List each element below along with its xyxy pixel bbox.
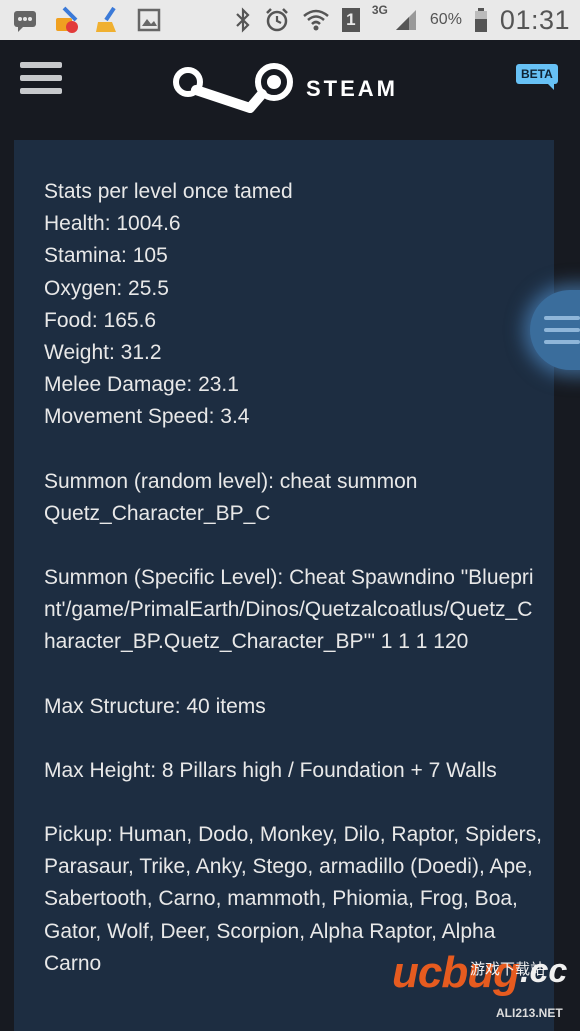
max-structure: Max Structure: 40 items (44, 694, 266, 718)
battery-percent: 60% (429, 11, 462, 28)
wifi-icon (303, 9, 329, 31)
broom-icon (96, 6, 116, 32)
alarm-icon (265, 8, 288, 32)
steam-logo[interactable]: STEAM (170, 60, 398, 118)
stat-line: Health: 1004.6 (44, 212, 181, 236)
floating-menu-bar (544, 328, 580, 332)
floating-menu-bar (544, 340, 580, 344)
watermark-url: ALI213.NET (496, 1006, 563, 1020)
stat-line: Stamina: 105 (44, 244, 168, 268)
watermark-subtitle: 游戏下载站 (470, 961, 546, 978)
app-header: STEAM BETA (0, 40, 580, 140)
message-icon (14, 11, 36, 32)
steam-logo-icon (173, 63, 293, 113)
floating-menu-bar (544, 316, 580, 320)
bluetooth-icon (236, 7, 250, 33)
stat-line: Movement Speed: 3.4 (44, 405, 250, 429)
stat-line: Weight: 31.2 (44, 341, 162, 365)
menu-button[interactable] (20, 62, 62, 98)
stat-line: Oxygen: 25.5 (44, 276, 169, 300)
summon-random: Summon (random level): cheat summon Quet… (44, 469, 418, 525)
gallery-icon (137, 8, 161, 32)
steam-logo-text: STEAM (306, 76, 398, 101)
beta-badge[interactable]: BETA (516, 64, 558, 90)
clock: 01:31 (499, 4, 570, 35)
battery-icon (474, 8, 487, 32)
network-type: 3G (371, 3, 388, 17)
stat-line: Food: 165.6 (44, 308, 157, 332)
cleaner-icon (56, 6, 78, 33)
status-bar: 1 3G 60% 01:31 (0, 0, 580, 40)
sim-indicator: 1 (341, 8, 360, 32)
post-panel: Stats per level once tamed Health: 1004.… (14, 140, 554, 1031)
signal-icon (395, 10, 416, 30)
menu-bar (20, 62, 62, 68)
stat-line: Melee Damage: 23.1 (44, 373, 239, 397)
content-area: Stats per level once tamed Health: 1004.… (0, 140, 580, 1031)
post-body: Stats per level once tamed Health: 1004.… (44, 176, 544, 980)
menu-bar (20, 75, 62, 81)
max-height: Max Height: 8 Pillars high / Foundation … (44, 758, 497, 782)
stats-heading: Stats per level once tamed (44, 180, 293, 203)
watermark: ucbug .cc 游戏下载站 ALI213.NET (392, 948, 578, 1028)
summon-specific: Summon (Specific Level): Cheat Spawndino… (44, 566, 534, 654)
menu-bar (20, 88, 62, 94)
